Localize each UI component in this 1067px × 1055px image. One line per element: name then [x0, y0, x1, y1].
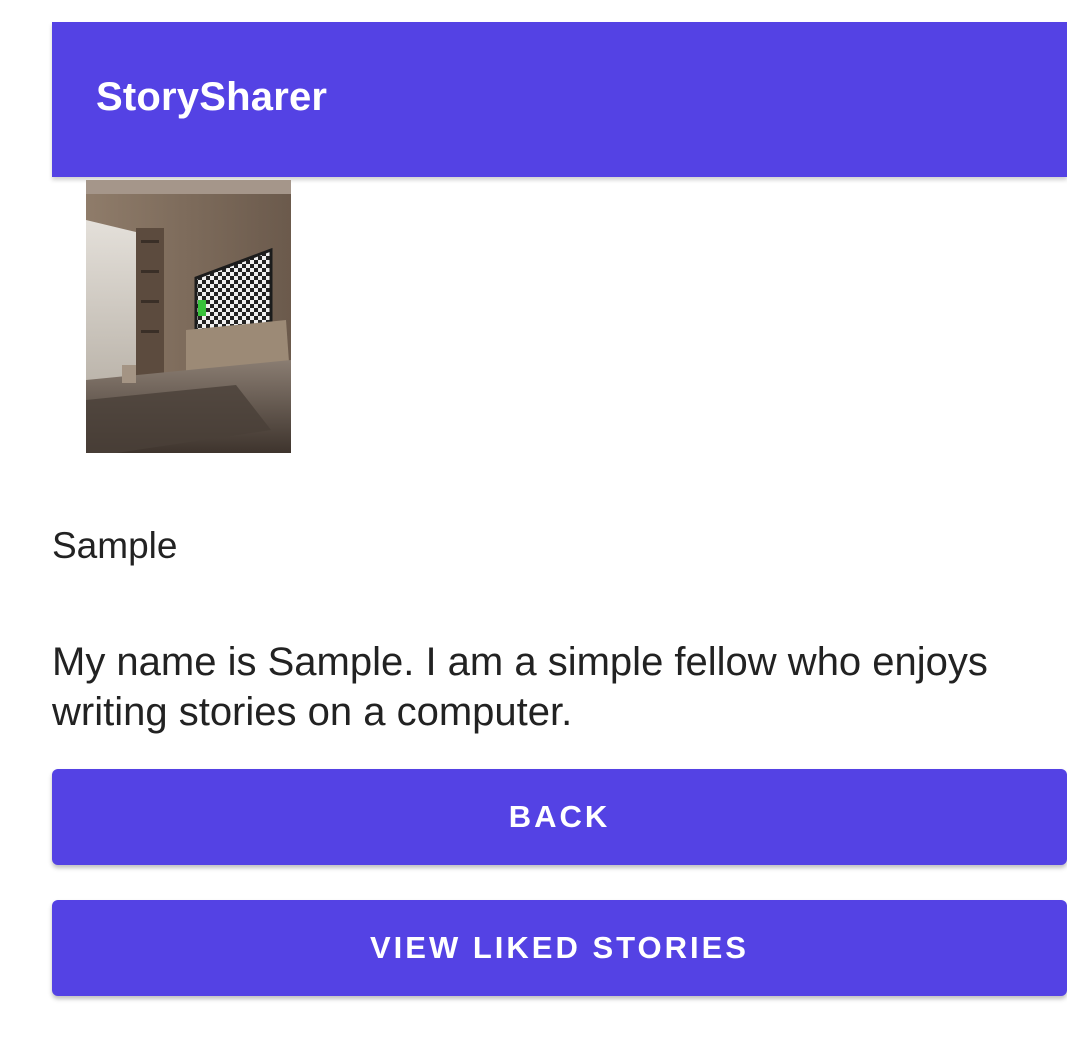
profile-bio: My name is Sample. I am a simple fellow …: [52, 640, 988, 734]
back-button[interactable]: BACK: [52, 769, 1067, 865]
living-room-image: [86, 180, 291, 453]
app-title: StorySharer: [96, 75, 328, 119]
profile-screen: StorySharer Sample My name is Sample. I …: [0, 0, 1067, 1055]
profile-name: Sample: [52, 525, 178, 566]
view-liked-stories-button[interactable]: VIEW LIKED STORIES: [52, 900, 1067, 996]
profile-photo: [86, 180, 291, 453]
app-bar: StorySharer: [52, 22, 1067, 177]
